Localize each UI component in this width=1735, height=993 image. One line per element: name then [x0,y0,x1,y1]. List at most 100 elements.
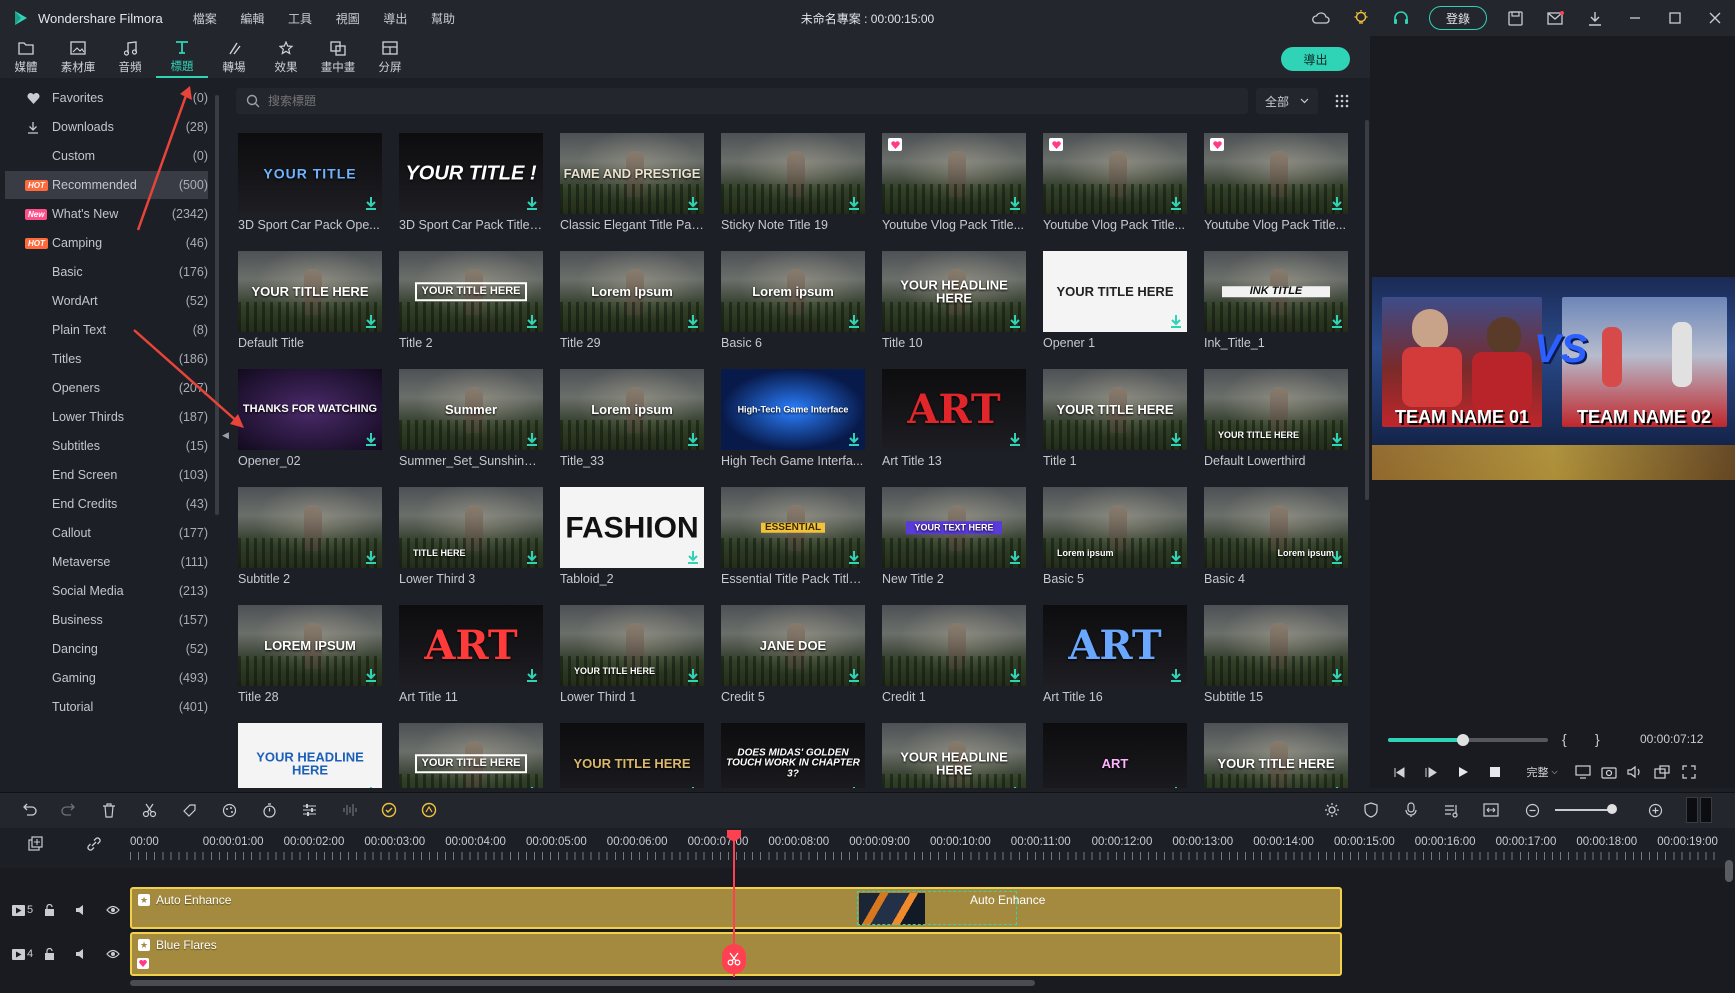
download-arrow-icon[interactable] [365,786,377,788]
clip-auto-enhance[interactable]: ★ Auto Enhance Auto Enhance [130,887,1342,929]
title-template-card[interactable]: YOUR HEADLINE HERE [882,723,1026,788]
timeline-vertical-scrollbar[interactable] [1725,860,1733,882]
fullscreen-icon[interactable] [1677,762,1701,782]
download-icon[interactable] [1575,0,1615,36]
title-template-card[interactable]: YOUR TEXT HERE New Title 2 [882,487,1026,586]
title-template-card[interactable]: YOUR HEADLINE HERE [238,723,382,788]
title-template-card[interactable]: Subtitle 2 [238,487,382,586]
play-icon[interactable] [1451,762,1475,782]
download-arrow-icon[interactable] [1009,314,1021,328]
maximize-icon[interactable] [1655,0,1695,36]
zoom-slider-knob[interactable] [1607,804,1617,814]
title-template-card[interactable]: YOUR TITLE ! 3D Sport Car Pack Title ... [399,133,543,232]
sidebar-item-dancing[interactable]: Dancing (52) [5,635,208,663]
sidebar-item-gaming[interactable]: Gaming (493) [5,664,208,692]
eye-icon[interactable] [106,949,120,959]
speaker-icon[interactable] [75,948,88,960]
title-template-card[interactable]: ART Art Title 13 [882,369,1026,468]
title-template-card[interactable]: LOREM IPSUM Title 28 [238,605,382,704]
download-arrow-icon[interactable] [526,668,538,682]
title-template-card[interactable]: YOUR TITLE HERE Lower Third 1 [560,605,704,704]
sidebar-item-end-screen[interactable]: End Screen (103) [5,461,208,489]
download-arrow-icon[interactable] [687,550,699,564]
marker-shield-icon[interactable] [1360,800,1382,820]
download-arrow-icon[interactable] [687,314,699,328]
delete-icon[interactable] [98,800,120,820]
download-arrow-icon[interactable] [1331,196,1343,210]
export-button[interactable]: 導出 [1281,47,1350,71]
grid-view-toggle[interactable] [1330,88,1354,114]
title-template-card[interactable]: High-Tech Game Interface High Tech Game I… [721,369,865,468]
title-template-card[interactable]: Lorem ipsum Title_33 [560,369,704,468]
download-arrow-icon[interactable] [848,432,860,446]
display-icon[interactable] [1571,762,1595,782]
timeline-horizontal-scrollbar[interactable] [130,980,1035,986]
title-template-card[interactable]: Youtube Vlog Pack Title... [882,133,1026,232]
tab-split-screen[interactable]: 分屏 [364,36,416,78]
title-template-card[interactable]: DOES MIDAS' GOLDEN TOUCH WORK IN CHAPTER… [721,723,865,788]
sidebar-item-subtitles[interactable]: Subtitles (15) [5,432,208,460]
download-arrow-icon[interactable] [1170,786,1182,788]
undo-icon[interactable] [18,800,40,820]
download-arrow-icon[interactable] [1009,550,1021,564]
title-template-card[interactable]: YOUR TITLE HERE Title 1 [1043,369,1187,468]
download-arrow-icon[interactable] [365,432,377,446]
download-arrow-icon[interactable] [1009,432,1021,446]
volume-icon[interactable] [1623,762,1647,782]
title-template-card[interactable]: Lorem ipsum Basic 6 [721,251,865,350]
filter-select[interactable]: 全部 [1256,88,1318,114]
title-template-card[interactable]: Youtube Vlog Pack Title... [1043,133,1187,232]
tag-icon[interactable] [178,800,200,820]
title-template-card[interactable]: TITLE HERE Lower Third 3 [399,487,543,586]
cut-scissors-icon[interactable] [138,800,160,820]
add-track-icon[interactable] [28,836,44,855]
audio-waveform-icon[interactable] [338,800,360,820]
headset-support-icon[interactable] [1381,0,1421,36]
download-arrow-icon[interactable] [365,668,377,682]
redo-icon[interactable] [58,800,80,820]
zoom-in-icon[interactable] [1644,800,1666,820]
download-arrow-icon[interactable] [1170,668,1182,682]
download-arrow-icon[interactable] [526,550,538,564]
tab-audio[interactable]: 音頻 [104,36,156,78]
menu-view[interactable]: 視圖 [336,12,360,26]
download-arrow-icon[interactable] [1331,432,1343,446]
download-arrow-icon[interactable] [1009,786,1021,788]
sidebar-item-tutorial[interactable]: Tutorial (401) [5,693,208,721]
audio-mixer-icon[interactable] [1440,800,1462,820]
download-arrow-icon[interactable] [848,196,860,210]
download-arrow-icon[interactable] [1009,668,1021,682]
layout-toggle-right[interactable] [1700,797,1712,823]
download-arrow-icon[interactable] [687,786,699,788]
title-template-card[interactable]: YOUR TITLE HERE [560,723,704,788]
snapshot-camera-icon[interactable] [1597,762,1621,782]
speaker-icon[interactable] [75,904,88,916]
title-template-card[interactable]: YOUR TITLE HERE [1204,723,1348,788]
menu-tools[interactable]: 工具 [288,12,312,26]
download-arrow-icon[interactable] [365,196,377,210]
menu-edit[interactable]: 編輯 [240,12,264,26]
download-arrow-icon[interactable] [1170,314,1182,328]
title-template-card[interactable]: Lorem ipsum Basic 4 [1204,487,1348,586]
download-arrow-icon[interactable] [526,196,538,210]
preview-video[interactable]: VS TEAM NAME 01 TEAM NAME 02 [1372,277,1735,480]
download-arrow-icon[interactable] [365,314,377,328]
title-template-card[interactable]: ESSENTIAL Essential Title Pack Title ... [721,487,865,586]
download-arrow-icon[interactable] [1170,550,1182,564]
download-arrow-icon[interactable] [526,786,538,788]
layout-toggle-left[interactable] [1686,797,1698,823]
cloud-icon[interactable] [1301,0,1341,36]
lock-icon[interactable] [44,948,55,960]
download-arrow-icon[interactable] [848,668,860,682]
zoom-slider-track[interactable] [1555,809,1615,811]
zoom-out-icon[interactable] [1521,800,1543,820]
previous-frame-icon[interactable] [1387,762,1411,782]
title-template-card[interactable]: Lorem Ipsum Title 29 [560,251,704,350]
download-arrow-icon[interactable] [687,668,699,682]
render-settings-icon[interactable] [1321,800,1343,820]
tab-stock-media[interactable]: 素材庫 [52,36,104,78]
fit-to-timeline-icon[interactable] [1480,800,1502,820]
download-arrow-icon[interactable] [1170,196,1182,210]
title-template-card[interactable]: YOUR TITLE HERE Opener 1 [1043,251,1187,350]
title-template-card[interactable]: Summer Summer_Set_Sunshine_... [399,369,543,468]
